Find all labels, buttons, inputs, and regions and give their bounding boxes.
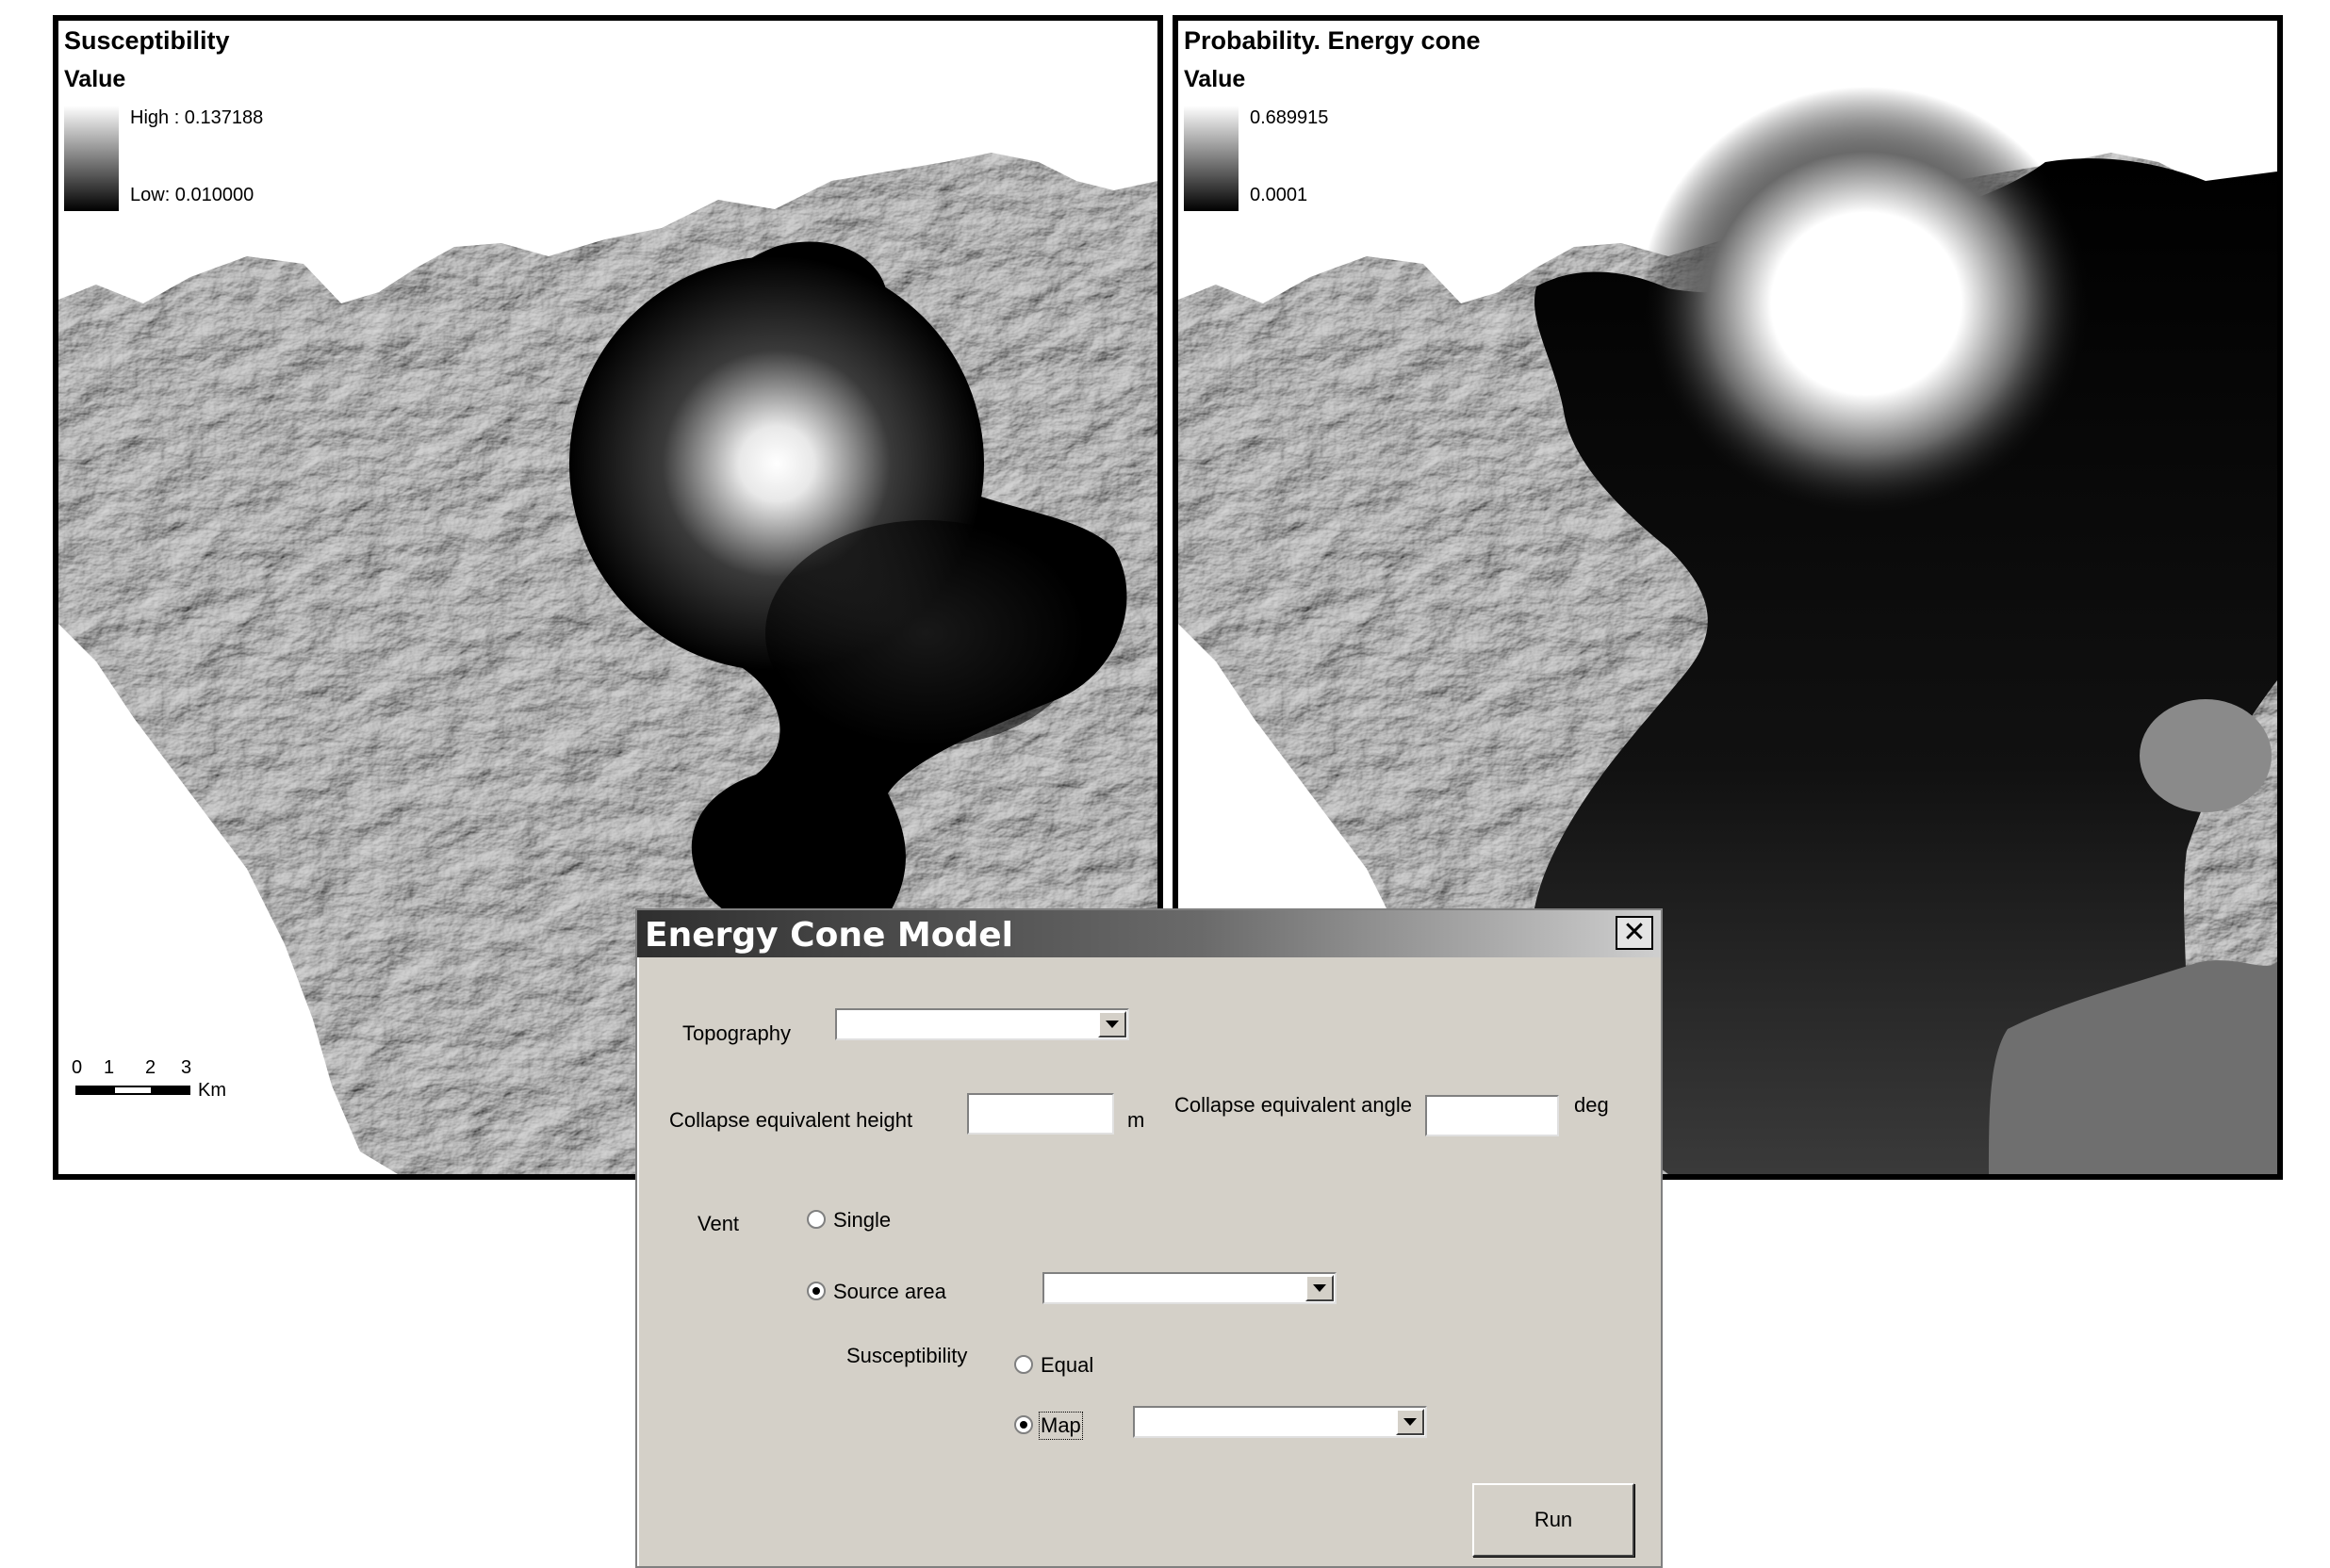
probability-legend-ramp: [1184, 106, 1239, 211]
susceptibility-map-select[interactable]: [1133, 1406, 1427, 1438]
energy-cone-model-dialog: Energy Cone Model ✕ Topography Collapse …: [635, 908, 1663, 1568]
collapse-height-label: Collapse equivalent height: [669, 1108, 913, 1132]
vent-label: Vent: [697, 1212, 740, 1235]
collapse-angle-unit: deg: [1574, 1093, 1609, 1117]
scale-tick-3: 3: [181, 1057, 192, 1078]
susceptibility-legend-low: Low: 0.010000: [130, 185, 254, 205]
susceptibility-legend-ramp: [64, 106, 119, 211]
scale-segment-3: [151, 1086, 190, 1095]
scale-tick-2: 2: [145, 1057, 156, 1078]
scale-segment-2: [113, 1086, 153, 1095]
susceptibility-map-title: Susceptibility: [64, 26, 230, 55]
close-button[interactable]: ✕: [1616, 916, 1653, 950]
run-button[interactable]: Run: [1472, 1483, 1634, 1557]
susceptibility-map-label[interactable]: Map: [1039, 1412, 1083, 1440]
chevron-down-icon: [1106, 1021, 1119, 1028]
susceptibility-equal-label[interactable]: Equal: [1041, 1353, 1093, 1378]
susceptibility-map-radio[interactable]: [1014, 1415, 1033, 1434]
chevron-down-icon: [1403, 1418, 1417, 1426]
susceptibility-label: Susceptibility: [846, 1344, 968, 1367]
vent-single-label[interactable]: Single: [833, 1208, 891, 1233]
chevron-down-icon: [1313, 1284, 1326, 1292]
probability-map-title: Probability. Energy cone: [1184, 26, 1481, 55]
source-area-dropdown-button[interactable]: [1305, 1275, 1334, 1301]
susceptibility-map-dropdown-button[interactable]: [1396, 1409, 1424, 1435]
vent-source-area-label[interactable]: Source area: [833, 1280, 946, 1304]
collapse-angle-input[interactable]: [1425, 1095, 1559, 1136]
topography-label: Topography: [682, 1021, 791, 1045]
probability-legend-high: 0.689915: [1250, 107, 1329, 128]
susceptibility-legend-heading: Value: [64, 66, 126, 92]
dialog-titlebar[interactable]: Energy Cone Model ✕: [637, 910, 1661, 957]
collapse-height-input[interactable]: [967, 1093, 1114, 1135]
scale-tick-1: 1: [104, 1057, 115, 1078]
dialog-title: Energy Cone Model: [645, 916, 1013, 955]
topography-dropdown-button[interactable]: [1098, 1011, 1126, 1037]
scale-tick-0: 0: [72, 1057, 83, 1078]
probability-legend-heading: Value: [1184, 66, 1246, 92]
collapse-height-unit: m: [1127, 1108, 1145, 1132]
source-area-select[interactable]: [1042, 1272, 1337, 1304]
susceptibility-equal-radio[interactable]: [1014, 1355, 1033, 1374]
vent-source-area-radio[interactable]: [807, 1282, 826, 1300]
close-icon: ✕: [1622, 917, 1647, 948]
collapse-angle-label: Collapse equivalent angle: [1174, 1093, 1412, 1117]
scale-segment-1: [75, 1086, 115, 1095]
probability-legend-low: 0.0001: [1250, 185, 1308, 205]
topography-select[interactable]: [835, 1008, 1129, 1040]
scale-unit: Km: [198, 1080, 226, 1101]
vent-single-radio[interactable]: [807, 1210, 826, 1229]
susceptibility-legend-high: High : 0.137188: [130, 107, 264, 128]
scale-bar: 0 1 2 3 Km: [72, 1057, 241, 1104]
